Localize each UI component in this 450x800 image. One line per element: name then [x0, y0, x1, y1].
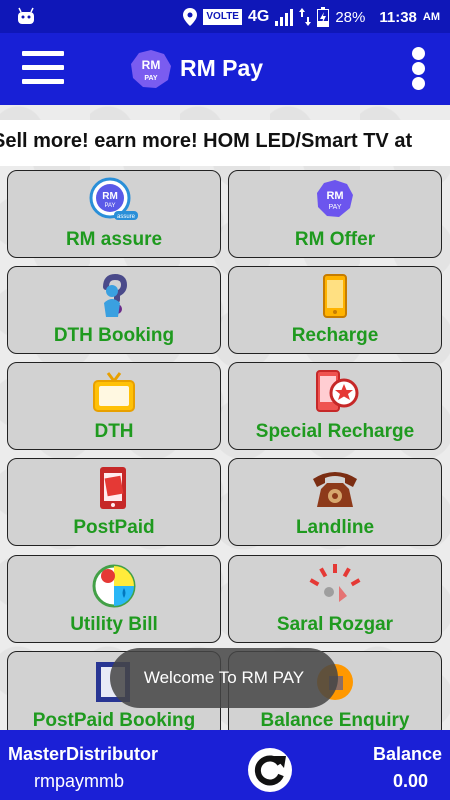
clock: 11:38	[379, 8, 417, 26]
rm-pay-icon: RM PAY	[317, 180, 353, 217]
tile-dth-booking[interactable]: DTH Booking	[7, 266, 221, 354]
logo-text-rm: RM	[142, 58, 161, 72]
tile-label: Utility Bill	[70, 614, 158, 635]
marquee-ticker: Sell more! earn more! HOM LED/Smart TV a…	[0, 120, 450, 166]
tile-postpaid[interactable]: PostPaid	[7, 458, 221, 546]
tile-label: Special Recharge	[255, 421, 415, 442]
volte-badge: VOLTE	[203, 9, 242, 25]
refresh-icon	[254, 755, 286, 786]
tile-dth[interactable]: DTH	[7, 362, 221, 450]
tv-icon	[93, 372, 135, 412]
tile-label: DTH	[94, 421, 134, 442]
tile-label: PostPaid Booking	[32, 710, 196, 731]
menu-line-icon	[22, 79, 64, 84]
tile-label: Landline	[295, 517, 375, 538]
tile-label: DTH Booking	[53, 325, 175, 346]
phone-bill-icon	[100, 467, 126, 509]
tile-label: Saral Rozgar	[276, 614, 394, 635]
app-title: RM Pay	[180, 55, 264, 81]
balance-label: Balance	[372, 744, 442, 764]
dot-icon	[411, 77, 425, 90]
network-type: 4G	[247, 8, 270, 25]
tile-landline[interactable]: Landline	[228, 458, 442, 546]
tile-label: PostPaid	[73, 517, 155, 538]
hamburger-menu-button[interactable]	[22, 51, 64, 87]
rm-pay-logo: RM PAY	[131, 50, 171, 88]
battery-percent: 28%	[335, 8, 366, 26]
clock-ampm: AM	[422, 11, 440, 23]
menu-line-icon	[22, 65, 64, 70]
tile-utility-bill[interactable]: Utility Bill	[7, 555, 221, 643]
icon-text-rm: RM	[326, 190, 343, 202]
utility-icon	[92, 564, 136, 608]
tile-saral-rozgar[interactable]: Saral Rozgar	[228, 555, 442, 643]
data-arrows-icon	[299, 8, 312, 26]
location-icon	[183, 8, 198, 26]
refresh-button[interactable]	[248, 748, 292, 792]
icon-text-pay: PAY	[104, 203, 115, 209]
person-question-icon	[103, 273, 128, 317]
tile-label: RM assure	[65, 229, 163, 250]
status-bar: VOLTE 4G 28% 11:38 AM	[0, 0, 450, 33]
phone-icon	[323, 274, 347, 318]
user-role: MasterDistributor	[8, 744, 159, 764]
logo-text-pay: PAY	[144, 75, 158, 82]
tile-special-recharge[interactable]: Special Recharge	[228, 362, 442, 450]
tile-rm-assure[interactable]: RM PAY assure RM assure	[7, 170, 221, 258]
tile-label: Balance Enquiry	[260, 710, 410, 731]
overflow-menu-button[interactable]	[410, 47, 426, 91]
icon-text-pay: PAY	[329, 204, 342, 211]
tile-recharge[interactable]: Recharge	[228, 266, 442, 354]
saral-rozgar-icon	[309, 564, 361, 602]
signal-icon	[275, 9, 294, 26]
username: rmpaymmb	[34, 771, 125, 791]
icon-text-assure: assure	[117, 214, 136, 220]
bottom-bar: MasterDistributor rmpaymmb Balance 0.00	[0, 730, 450, 800]
telephone-icon	[313, 472, 357, 507]
ticker-text: Sell more! earn more! HOM LED/Smart TV a…	[0, 130, 413, 152]
tile-label: Recharge	[291, 325, 379, 346]
dot-icon	[411, 47, 425, 60]
menu-line-icon	[22, 51, 64, 56]
tile-rm-offer[interactable]: RM PAY RM Offer	[228, 170, 442, 258]
tile-label: RM Offer	[294, 229, 376, 250]
app-bar: RM PAY RM Pay	[0, 33, 450, 105]
android-icon	[18, 7, 34, 24]
balance-value: 0.00	[392, 771, 428, 791]
toast-message: Welcome To RM PAY	[110, 648, 338, 708]
battery-icon	[317, 7, 330, 27]
phone-star-icon	[316, 370, 359, 412]
icon-text-rm: RM	[102, 191, 118, 202]
dot-icon	[411, 62, 425, 75]
rm-assure-icon: RM PAY assure	[89, 177, 138, 220]
